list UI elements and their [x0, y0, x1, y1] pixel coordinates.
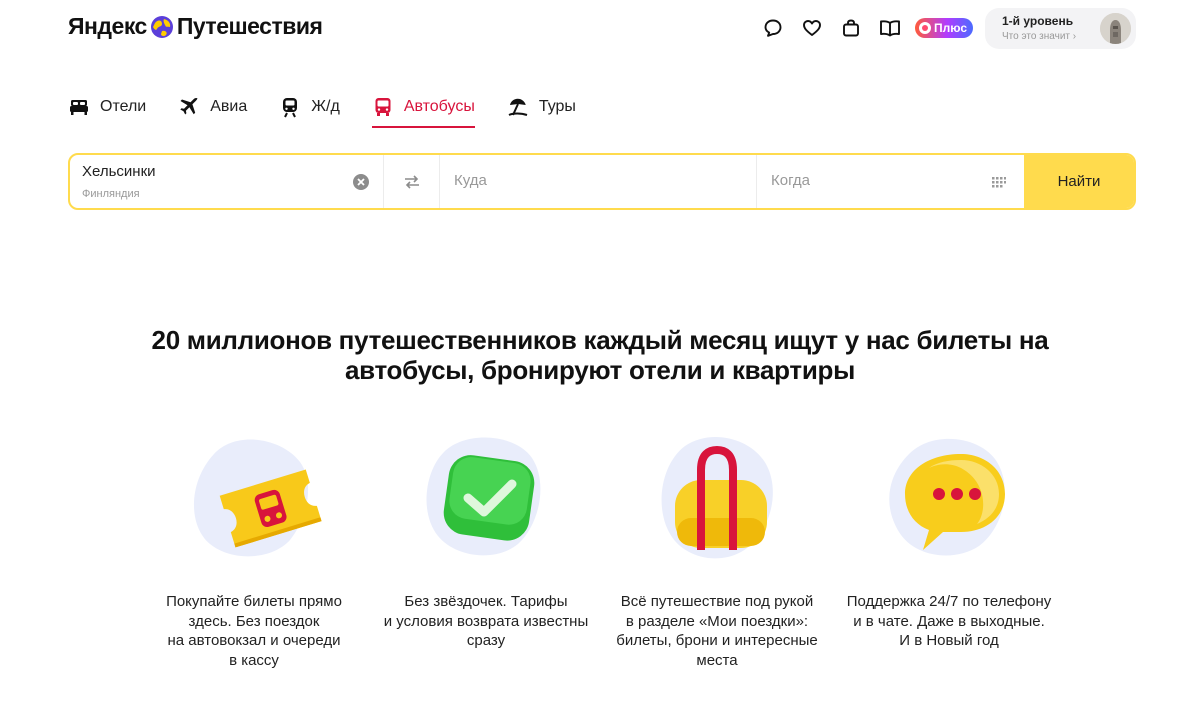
logo-text-travel: Путешествия	[176, 13, 323, 39]
bus-ticket-icon	[174, 432, 334, 572]
from-city: Хельсинки	[82, 163, 156, 180]
to-input[interactable]	[454, 172, 704, 189]
bus-search-form: Хельсинки Финляндия Найти	[68, 153, 1136, 210]
header: Яндекс Путешествия Плюс 1-й уровень Что …	[0, 0, 1200, 60]
plus-label: Плюс	[934, 21, 968, 35]
level-title: 1-й уровень	[1002, 14, 1074, 28]
user-level-card[interactable]: 1-й уровень Что это значит ›	[985, 8, 1136, 49]
to-field[interactable]	[440, 155, 757, 208]
calendar-icon[interactable]	[992, 175, 1006, 189]
tab-buses[interactable]: Автобусы	[371, 92, 475, 128]
hotel-bed-icon	[68, 96, 90, 118]
swap-button[interactable]	[384, 155, 440, 208]
train-icon	[279, 96, 301, 118]
plus-icon	[919, 22, 931, 34]
bag-icon[interactable]	[840, 17, 862, 39]
logo-text-yandex: Яндекс	[68, 13, 147, 39]
avatar[interactable]	[1100, 13, 1131, 44]
header-actions: Плюс	[762, 17, 974, 39]
find-button[interactable]: Найти	[1024, 155, 1134, 208]
tab-tours[interactable]: Туры	[507, 92, 576, 122]
globe-icon	[150, 15, 173, 38]
chat-icon[interactable]	[762, 17, 784, 39]
level-subtitle[interactable]: Что это значит ›	[1002, 31, 1076, 42]
when-field[interactable]	[757, 155, 1024, 208]
feature-text: Поддержка 24/7 по телефону и в чате. Даж…	[846, 593, 1052, 649]
feature-item: Поддержка 24/7 по телефону и в чате. Даж…	[829, 432, 1069, 651]
tab-label: Туры	[538, 98, 576, 115]
heart-icon[interactable]	[801, 17, 823, 39]
tab-label: Ж/д	[311, 98, 340, 115]
feature-item: Без звёздочек. Тарифы и условия возврата…	[366, 432, 606, 651]
bus-icon	[372, 96, 394, 118]
logo[interactable]: Яндекс Путешествия	[68, 13, 323, 40]
tab-hotels[interactable]: Отели	[68, 92, 146, 122]
tab-label: Автобусы	[403, 98, 475, 115]
feature-text: Покупайте билеты прямо здесь. Без поездо…	[166, 593, 342, 669]
tab-trains[interactable]: Ж/д	[279, 92, 340, 122]
tab-avia[interactable]: Авиа	[178, 92, 247, 122]
travel-bag-icon	[637, 432, 797, 572]
date-input[interactable]	[771, 172, 1021, 189]
feature-text: Без звёздочек. Тарифы и условия возврата…	[383, 593, 589, 649]
feature-text: Всё путешествие под рукой в разделе «Мои…	[616, 593, 818, 669]
service-tabs: Отели Авиа Ж/д Автобусы Туры	[68, 92, 608, 128]
from-country: Финляндия	[82, 188, 140, 200]
plane-icon	[178, 96, 200, 118]
from-field[interactable]: Хельсинки Финляндия	[70, 155, 384, 208]
checkmark-icon	[406, 432, 566, 572]
plus-badge[interactable]: Плюс	[915, 18, 974, 38]
beach-umbrella-icon	[507, 96, 529, 118]
feature-item: Покупайте билеты прямо здесь. Без поездо…	[134, 432, 374, 670]
tab-label: Отели	[100, 98, 147, 115]
feature-item: Всё путешествие под рукой в разделе «Мои…	[597, 432, 837, 670]
clear-icon[interactable]	[353, 174, 369, 190]
promo-headline: 20 миллионов путешественников каждый мес…	[151, 325, 1049, 385]
swap-arrows-icon	[404, 174, 419, 189]
speech-bubble-icon	[869, 432, 1029, 572]
book-icon[interactable]	[879, 17, 901, 39]
tab-label: Авиа	[210, 98, 248, 115]
